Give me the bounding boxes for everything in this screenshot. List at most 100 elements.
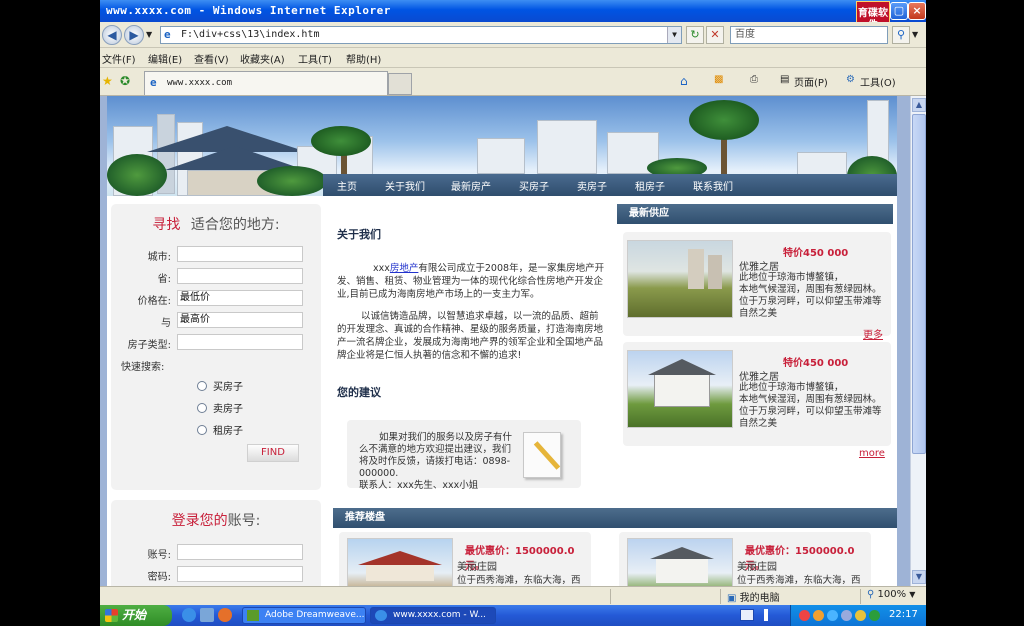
- ime-indicator-icon[interactable]: [764, 609, 768, 621]
- thumb-house: [654, 373, 710, 407]
- feeds-icon[interactable]: ▩: [714, 74, 723, 85]
- print-icon[interactable]: ⎙: [750, 74, 758, 85]
- add-favorite-icon[interactable]: ✪: [120, 74, 130, 88]
- tray-network-icon[interactable]: [841, 610, 852, 621]
- tray-app-icon[interactable]: [827, 610, 838, 621]
- nav-latest[interactable]: 最新房产: [451, 178, 491, 193]
- tray-app-icon[interactable]: [813, 610, 824, 621]
- menu-view[interactable]: 查看(V): [194, 51, 229, 66]
- tray-app-icon[interactable]: [799, 610, 810, 621]
- nav-contact[interactable]: 联系我们: [693, 178, 733, 193]
- property-thumbnail[interactable]: [627, 538, 733, 586]
- about-paragraph-2: 以诚信铸造品牌，以智慧追求卓越，以一流的品质、超前的开发理念、真诚的合作精神、星…: [337, 311, 604, 361]
- menu-tools[interactable]: 工具(T): [298, 51, 332, 66]
- page-menu[interactable]: 页面(P): [794, 74, 828, 89]
- scroll-up-icon[interactable]: ▲: [912, 98, 926, 112]
- home-icon[interactable]: ⌂: [680, 74, 688, 88]
- recommend-section: 推荐楼盘 最优惠价：1500000.0元。 美丽庄园 位于西秀海滩，东临大海，西: [333, 508, 897, 586]
- site-nav: 主页 关于我们 最新房产 买房子 卖房子 租房子 联系我们: [323, 174, 897, 196]
- more-link[interactable]: more: [859, 448, 885, 459]
- stop-icon[interactable]: ✕: [706, 26, 724, 44]
- forward-arrow-icon[interactable]: ▶: [124, 25, 144, 45]
- property-thumbnail[interactable]: [347, 538, 453, 586]
- more-link[interactable]: 更多: [863, 326, 883, 341]
- close-button[interactable]: ×: [908, 2, 926, 20]
- tray-app-icon[interactable]: [855, 610, 866, 621]
- firefox-quicklaunch-icon[interactable]: [218, 608, 232, 622]
- clock[interactable]: 22:17: [889, 609, 918, 620]
- page-menu-icon: ▤: [780, 74, 790, 85]
- scroll-down-icon[interactable]: ▼: [912, 570, 926, 584]
- tab-current[interactable]: e www.xxxx.com: [144, 71, 388, 95]
- nav-sell[interactable]: 卖房子: [577, 178, 607, 193]
- search-input[interactable]: 百度: [730, 26, 888, 44]
- refresh-icon[interactable]: ↻: [686, 26, 704, 44]
- nav-about[interactable]: 关于我们: [385, 178, 425, 193]
- radio-circle-icon: [197, 381, 207, 391]
- search-options-icon[interactable]: ▼: [912, 30, 918, 39]
- restore-button[interactable]: ▢: [890, 2, 908, 20]
- task-ie-label: www.xxxx.com - W...: [393, 610, 486, 620]
- suggest-heading: 您的建议: [337, 386, 381, 399]
- thumb-house-roof: [650, 547, 714, 559]
- tools-menu[interactable]: 工具(O): [860, 74, 896, 89]
- min-price-input[interactable]: 最低价: [177, 290, 303, 306]
- menu-file[interactable]: 文件(F): [102, 51, 136, 66]
- nav-home[interactable]: 主页: [337, 178, 357, 193]
- recommend-item: 最优惠价：1500000.0元。 美丽庄园 位于西秀海滩，东临大海，西: [339, 532, 591, 586]
- radio-sell[interactable]: 卖房子: [197, 400, 243, 415]
- max-price-input[interactable]: 最高价: [177, 312, 303, 328]
- task-dreamweaver-label: Adobe Dreamweave...: [265, 610, 365, 620]
- banner-palm-leaves: [311, 126, 371, 156]
- favorites-star-icon[interactable]: ★: [102, 74, 113, 88]
- recommend-name: 美丽庄园: [737, 562, 777, 573]
- latest-desc-line1: 此地位于琼海市博鳌镇，: [739, 382, 844, 393]
- thumb-tower: [688, 249, 704, 289]
- account-input[interactable]: [177, 544, 303, 560]
- zoom-control[interactable]: ⚲ 100% ▼: [860, 589, 926, 604]
- menu-favorites[interactable]: 收藏夹(A): [240, 51, 285, 66]
- province-input[interactable]: [177, 268, 303, 284]
- property-thumbnail[interactable]: [627, 240, 733, 318]
- task-dreamweaver[interactable]: Adobe Dreamweave...: [242, 607, 366, 624]
- city-input[interactable]: [177, 246, 303, 262]
- notepad-pencil-icon: [523, 432, 561, 478]
- desktop-quicklaunch-icon[interactable]: [200, 608, 214, 622]
- start-button[interactable]: 开始: [100, 605, 172, 626]
- banner-image: 主页 关于我们 最新房产 买房子 卖房子 租房子 联系我们: [107, 96, 897, 196]
- status-empty-seg: [610, 589, 720, 604]
- history-dropdown-icon[interactable]: ▼: [146, 30, 152, 39]
- banner-building: [537, 120, 597, 174]
- web-page: 主页 关于我们 最新房产 买房子 卖房子 租房子 联系我们 寻找 适合您的地方:…: [107, 96, 897, 586]
- about-prefix: xxx: [373, 263, 390, 274]
- nav-buy[interactable]: 买房子: [519, 178, 549, 193]
- nav-rent[interactable]: 租房子: [635, 178, 665, 193]
- radio-circle-icon: [197, 403, 207, 413]
- password-input[interactable]: [177, 566, 303, 582]
- zoom-dropdown-icon[interactable]: ▼: [909, 590, 915, 599]
- task-ie[interactable]: www.xxxx.com - W...: [370, 607, 496, 624]
- radio-rent[interactable]: 租房子: [197, 422, 243, 437]
- ie-quicklaunch-icon[interactable]: [182, 608, 196, 622]
- scroll-thumb[interactable]: [912, 114, 926, 454]
- menu-edit[interactable]: 编辑(E): [148, 51, 182, 66]
- menu-help[interactable]: 帮助(H): [346, 51, 381, 66]
- title-bar[interactable]: www.xxxx.com - Windows Internet Explorer…: [100, 0, 926, 37]
- search-icon[interactable]: ⚲: [892, 26, 910, 44]
- house-type-input[interactable]: [177, 334, 303, 350]
- back-arrow-icon[interactable]: ◀: [102, 25, 122, 45]
- tray-shield-icon[interactable]: [869, 610, 880, 621]
- real-estate-link[interactable]: 房地产: [390, 263, 419, 274]
- address-row: ◀ ▶ ▼ e F:\div+css\13\index.htm ▼ ↻ ✕ 百度…: [100, 22, 926, 48]
- find-button[interactable]: FIND: [247, 444, 299, 462]
- vertical-scrollbar[interactable]: ▲ ▼: [910, 96, 926, 586]
- radio-buy[interactable]: 买房子: [197, 378, 243, 393]
- zoom-level: 100%: [877, 589, 907, 600]
- property-thumbnail[interactable]: [627, 350, 733, 428]
- keyboard-icon[interactable]: [740, 609, 754, 621]
- tab-label: www.xxxx.com: [167, 78, 233, 88]
- suggest-text: 如果对我们的服务以及房子有什么不满意的地方欢迎提出建议，我们将及时作反馈，请拨打…: [359, 432, 513, 479]
- address-input[interactable]: e F:\div+css\13\index.htm ▼: [160, 26, 682, 44]
- address-dropdown-icon[interactable]: ▼: [667, 27, 681, 43]
- new-tab-button[interactable]: [388, 73, 412, 95]
